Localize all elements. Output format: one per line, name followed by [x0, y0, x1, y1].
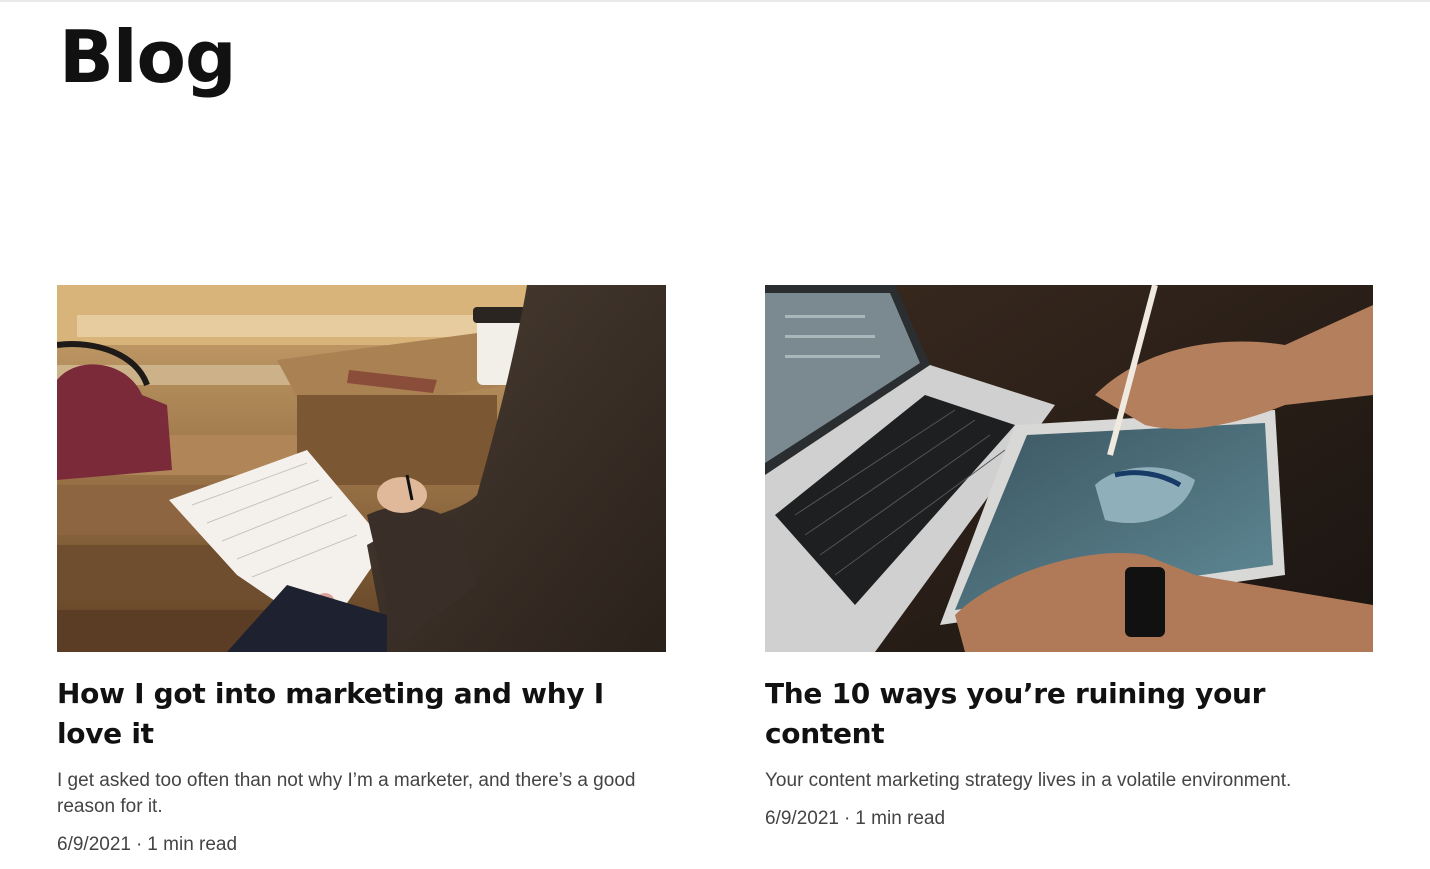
meta-separator: ·	[843, 808, 851, 829]
post-meta: 6/9/2021 · 1 min read	[57, 834, 666, 856]
post-meta: 6/9/2021 · 1 min read	[765, 808, 1373, 830]
post-cover-image[interactable]	[57, 285, 666, 652]
page-title: Blog	[59, 15, 237, 99]
post-excerpt: I get asked too often than not why I’m a…	[57, 770, 636, 817]
post-date: 6/9/2021	[57, 834, 131, 855]
blog-post-card[interactable]: The 10 ways you’re ruining your content …	[765, 285, 1373, 830]
post-read-time: 1 min read	[855, 808, 946, 829]
top-divider	[0, 0, 1430, 2]
post-title[interactable]: The 10 ways you’re ruining your content	[765, 674, 1373, 754]
blog-post-card[interactable]: How I got into marketing and why I love …	[57, 285, 666, 856]
meta-separator: ·	[135, 834, 143, 855]
notebook-writing-photo	[57, 285, 666, 652]
post-cover-image[interactable]	[765, 285, 1373, 652]
post-title[interactable]: How I got into marketing and why I love …	[57, 674, 666, 754]
post-excerpt: Your content marketing strategy lives in…	[765, 770, 1292, 791]
laptop-tablet-photo	[765, 285, 1373, 652]
post-read-time: 1 min read	[147, 834, 238, 855]
post-date: 6/9/2021	[765, 808, 839, 829]
